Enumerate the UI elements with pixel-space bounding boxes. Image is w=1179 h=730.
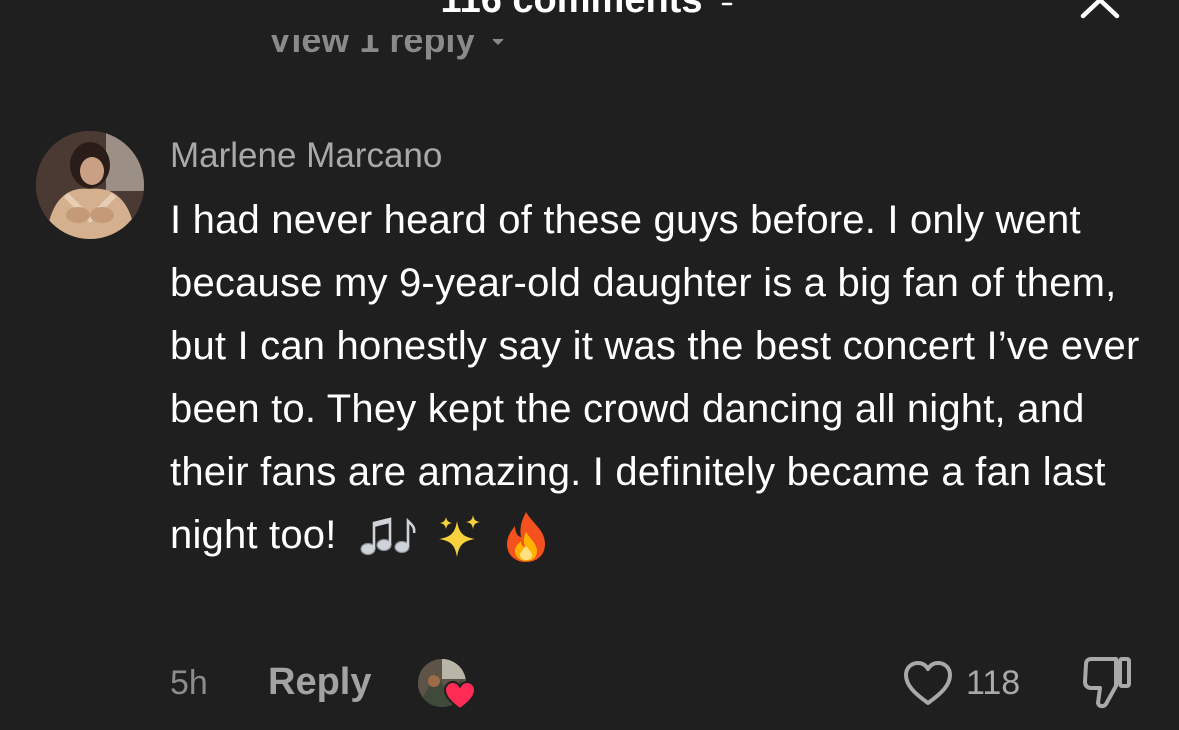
comment-username[interactable]: Marlene Marcano: [170, 136, 442, 176]
music-notes-icon: [360, 517, 416, 556]
reply-button[interactable]: Reply: [268, 661, 371, 704]
filter-lines-icon[interactable]: [716, 0, 738, 9]
view-replies-button[interactable]: View 1 reply: [268, 35, 505, 75]
heart-filled-icon: [444, 681, 476, 711]
fire-icon: [506, 512, 545, 563]
comment-body: I had never heard of these guys before. …: [170, 189, 1145, 567]
sparkles-icon: [439, 515, 481, 558]
view-replies-label: View 1 reply: [268, 35, 476, 60]
comment-timestamp: 5h: [170, 664, 208, 702]
chevron-down-icon: [492, 38, 504, 46]
comments-count-title: 116 comments: [440, 0, 703, 21]
comments-sheet: 116 comments View 1 reply Marlene Marcan…: [0, 0, 1179, 730]
close-icon[interactable]: [1078, 0, 1124, 24]
comment-text: I had never heard of these guys before. …: [170, 198, 1140, 557]
like-count: 118: [966, 664, 1021, 702]
user-avatar[interactable]: [36, 131, 144, 239]
comments-header: 116 comments: [0, 0, 1179, 22]
creator-liked-badge: [418, 659, 476, 711]
heart-outline-icon[interactable]: [902, 658, 954, 708]
thumbs-down-icon[interactable]: [1082, 656, 1132, 710]
avatar-photo-icon: [36, 131, 144, 239]
